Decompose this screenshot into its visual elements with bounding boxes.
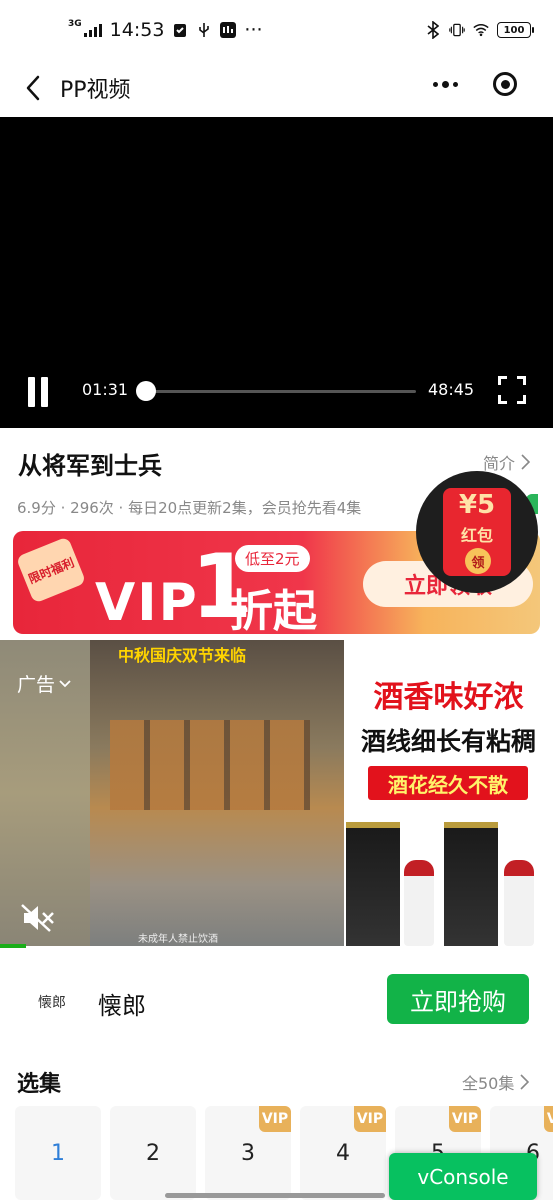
ad-photo: 中秋国庆双节来临 未成年人禁止饮酒 (90, 640, 344, 946)
episode-item[interactable]: 3 VIP (205, 1106, 291, 1200)
ad-photo-note: 未成年人禁止饮酒 (138, 934, 218, 945)
red-packet-grab: 领 (465, 548, 491, 574)
liquor-bottle-image (404, 860, 434, 946)
buy-now-button[interactable]: 立即抢购 (387, 974, 529, 1024)
ad-tag-label: 广告 (17, 674, 56, 696)
fullscreen-icon[interactable] (498, 376, 526, 404)
chevron-left-icon (26, 75, 40, 101)
signal-icon (83, 23, 102, 37)
episode-number: 3 (241, 1140, 255, 1166)
ad-line-3: 酒花经久不散 (368, 766, 528, 800)
more-notifications: ··· (244, 19, 263, 41)
episodes-title: 选集 (17, 1072, 62, 1097)
vip-discount-word: 折起 (229, 586, 317, 634)
episode-item[interactable]: 4 VIP (300, 1106, 386, 1200)
vip-badge: VIP (354, 1106, 386, 1132)
usb-icon (196, 22, 212, 38)
all-episodes-link[interactable]: 全50集 (462, 1070, 530, 1094)
progress-knob[interactable] (136, 381, 156, 401)
episode-number: 1 (51, 1140, 65, 1166)
limited-offer-tag: 限时福利 (15, 536, 87, 604)
close-miniprogram-button[interactable] (475, 64, 535, 104)
nav-bar: PP视频 (0, 60, 553, 117)
red-envelope-icon: ¥5 红包 领 (443, 488, 511, 576)
vconsole-button[interactable]: vConsole (389, 1153, 537, 1200)
app-notification-icon (220, 22, 237, 38)
red-packet-amount: ¥5 (458, 490, 496, 520)
status-time: 14:53 (109, 19, 165, 41)
red-packet-label: 红包 (460, 526, 493, 545)
vip-badge: VIP (544, 1106, 553, 1132)
brand-name: 懐郎 (98, 992, 146, 1020)
home-indicator (165, 1193, 385, 1198)
target-icon (493, 72, 517, 96)
chevron-right-icon (521, 454, 531, 470)
show-meta: 6.9分 · 296次 · 每日20点更新2集，会员抢先看4集 (17, 499, 362, 517)
red-packet-float[interactable]: ¥5 红包 领 (416, 471, 538, 593)
vip-badge: VIP (259, 1106, 291, 1132)
chevron-down-icon (59, 679, 71, 687)
battery-icon: 100 (497, 22, 534, 38)
more-button[interactable] (415, 64, 475, 104)
ad-line-1: 酒香味好浓 (373, 680, 524, 715)
episode-number: 4 (336, 1140, 350, 1166)
liquor-box-image (444, 822, 498, 946)
brand-small-label: 懐郎 (38, 995, 66, 1011)
mute-icon[interactable] (20, 903, 56, 933)
vibrate-icon (449, 22, 465, 38)
episode-item[interactable]: 1 (15, 1106, 101, 1200)
total-time: 48:45 (428, 380, 475, 399)
ad-crates-image (110, 720, 310, 810)
ad-line-2: 酒线细长有粘稠 (360, 727, 536, 756)
current-time: 01:31 (82, 380, 129, 399)
liquor-bottle-image (504, 860, 534, 946)
clipboard-icon (172, 22, 188, 38)
vip-word: VIP (95, 573, 199, 633)
ad-progress (0, 944, 26, 948)
wifi-icon (473, 22, 489, 38)
progress-bar[interactable] (146, 390, 416, 393)
episode-number: 2 (146, 1140, 160, 1166)
page-title: PP视频 (60, 78, 131, 103)
episode-item[interactable]: 2 (110, 1106, 196, 1200)
pause-button[interactable] (28, 377, 54, 407)
network-type: 3G (68, 19, 82, 29)
chevron-right-icon (520, 1074, 530, 1090)
vip-badge: VIP (449, 1106, 481, 1132)
intro-label: 简介 (483, 454, 516, 473)
show-title: 从将军到士兵 (18, 452, 162, 480)
bluetooth-icon (425, 21, 441, 39)
ad-product-panel: 酒香味好浓 酒线细长有粘稠 酒花经久不散 (344, 640, 553, 946)
intro-link[interactable]: 简介 (483, 450, 531, 474)
liquor-box-image (346, 822, 400, 946)
all-episodes-label: 全50集 (462, 1074, 515, 1093)
vip-low-price-tag: 低至2元 (235, 545, 310, 572)
back-button[interactable] (18, 70, 48, 106)
ad-tag[interactable]: 广告 (17, 670, 71, 697)
ad-product-row: 懐郎 懐郎 立即抢购 (0, 960, 553, 1040)
video-player[interactable]: 01:31 48:45 (0, 117, 553, 428)
miniprogram-capsule (415, 64, 535, 104)
ad-video[interactable]: 中秋国庆双节来临 未成年人禁止饮酒 广告 酒香味好浓 酒线细长有粘稠 酒花经久不… (0, 640, 553, 946)
status-bar: 3G 14:53 ··· 100 (0, 0, 553, 60)
ad-photo-headline: 中秋国庆双节来临 (118, 646, 247, 665)
